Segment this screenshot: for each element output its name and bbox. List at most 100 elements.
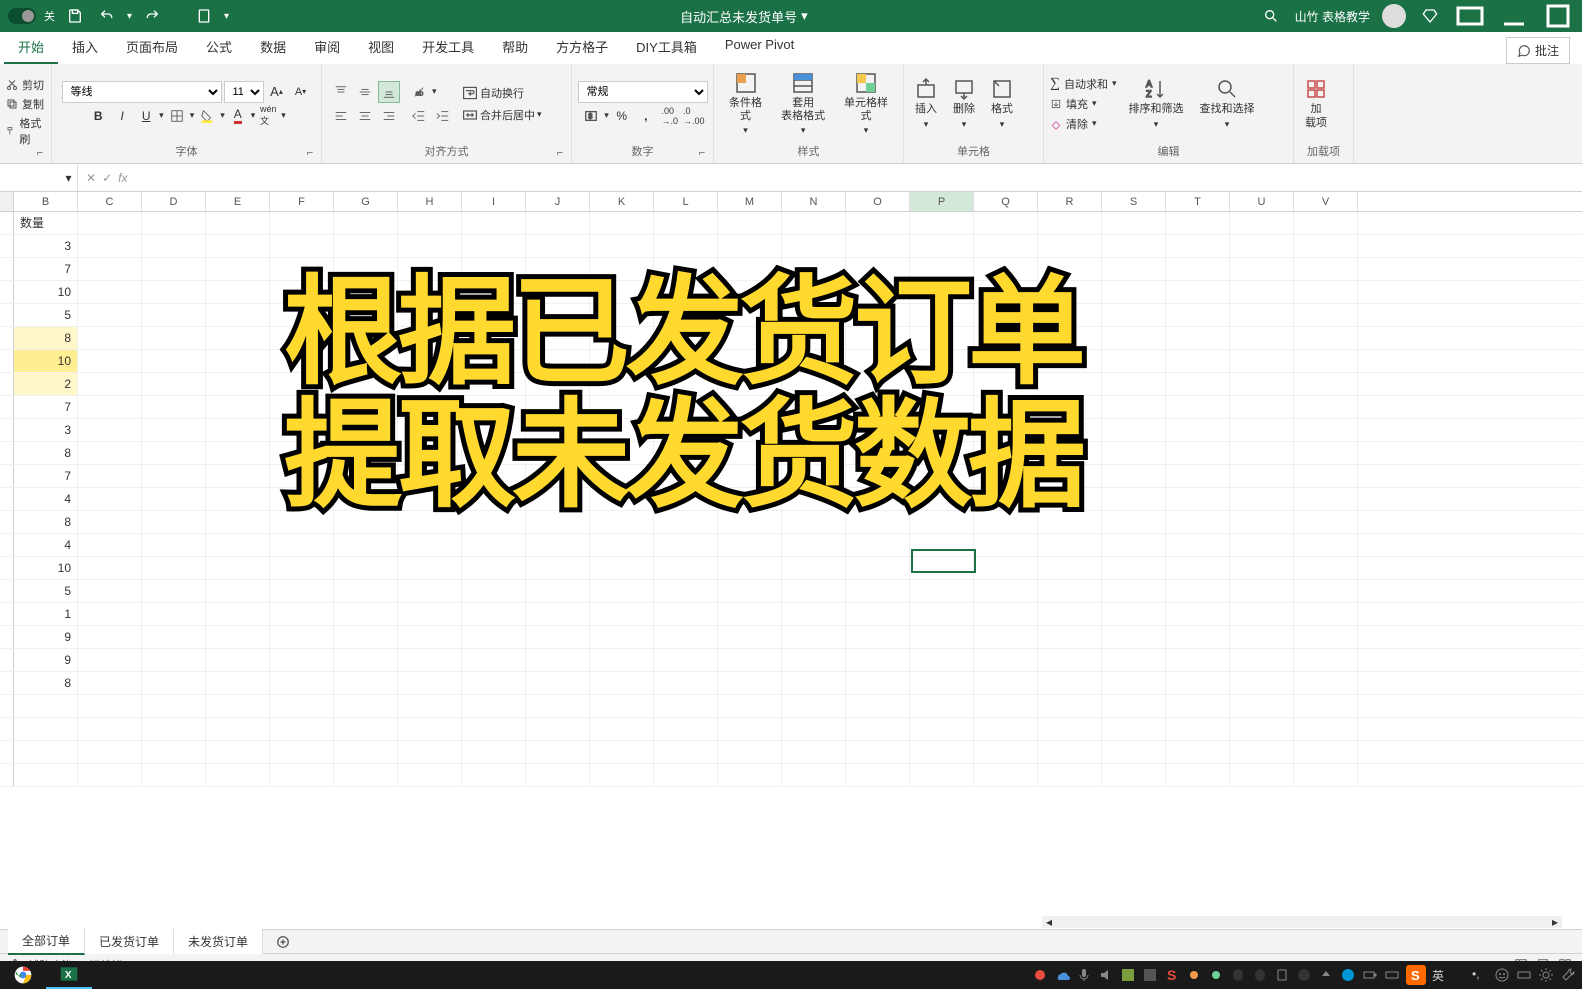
fill-color-icon[interactable] xyxy=(196,105,218,127)
cell[interactable] xyxy=(206,534,270,556)
cell[interactable] xyxy=(910,580,974,602)
cell[interactable] xyxy=(1166,327,1230,349)
tray-kbd2-icon[interactable] xyxy=(1516,967,1532,983)
cell[interactable] xyxy=(78,350,142,372)
format-cells-button[interactable]: 格式▾ xyxy=(984,73,1020,133)
cell[interactable] xyxy=(206,718,270,740)
cell[interactable] xyxy=(1166,534,1230,556)
font-color-icon[interactable]: A xyxy=(227,105,249,127)
cell[interactable] xyxy=(398,626,462,648)
cell[interactable] xyxy=(782,557,846,579)
cell[interactable] xyxy=(590,534,654,556)
cell[interactable] xyxy=(1230,465,1294,487)
cell[interactable] xyxy=(1230,649,1294,671)
cell[interactable] xyxy=(974,626,1038,648)
cell[interactable] xyxy=(462,741,526,763)
cell[interactable] xyxy=(1230,281,1294,303)
cell[interactable] xyxy=(462,235,526,257)
tray-sound-icon[interactable] xyxy=(1098,967,1114,983)
cell[interactable] xyxy=(206,350,270,372)
align-center-icon[interactable] xyxy=(354,105,376,127)
cell[interactable] xyxy=(846,235,910,257)
tray-sogou-icon[interactable]: S xyxy=(1164,967,1180,983)
cell[interactable] xyxy=(590,580,654,602)
tray-battery-icon[interactable] xyxy=(1362,967,1378,983)
cell[interactable] xyxy=(206,327,270,349)
border-icon[interactable] xyxy=(166,105,188,127)
cell[interactable] xyxy=(590,626,654,648)
underline-dropdown-icon[interactable]: ▾ xyxy=(159,110,164,121)
cell[interactable] xyxy=(718,741,782,763)
cell[interactable] xyxy=(78,603,142,625)
cell[interactable] xyxy=(206,304,270,326)
cell[interactable]: 5 xyxy=(14,304,78,326)
cell[interactable] xyxy=(1230,350,1294,372)
indent-increase-icon[interactable] xyxy=(432,105,454,127)
cell[interactable] xyxy=(974,695,1038,717)
cell[interactable] xyxy=(1230,258,1294,280)
cell[interactable] xyxy=(1294,626,1358,648)
cell[interactable] xyxy=(142,465,206,487)
cell[interactable] xyxy=(526,212,590,234)
cell[interactable] xyxy=(526,557,590,579)
cell[interactable] xyxy=(1102,695,1166,717)
cell[interactable] xyxy=(590,695,654,717)
cell[interactable] xyxy=(78,281,142,303)
cell[interactable] xyxy=(1294,534,1358,556)
tray-tool-icon[interactable] xyxy=(1560,967,1576,983)
cell[interactable] xyxy=(654,764,718,786)
cell[interactable]: 8 xyxy=(14,327,78,349)
cell[interactable] xyxy=(526,695,590,717)
cell[interactable] xyxy=(526,672,590,694)
cell[interactable] xyxy=(1230,511,1294,533)
ribbon-tab-5[interactable]: 审阅 xyxy=(300,31,354,64)
cell[interactable] xyxy=(78,419,142,441)
sort-filter-button[interactable]: AZ排序和筛选▾ xyxy=(1123,73,1190,133)
cell[interactable] xyxy=(398,741,462,763)
cell[interactable] xyxy=(1294,304,1358,326)
cell[interactable] xyxy=(974,764,1038,786)
cell[interactable] xyxy=(78,465,142,487)
cell[interactable] xyxy=(1294,557,1358,579)
cell[interactable] xyxy=(1102,534,1166,556)
cell[interactable] xyxy=(974,672,1038,694)
cell[interactable] xyxy=(78,649,142,671)
cell[interactable] xyxy=(270,695,334,717)
cell[interactable] xyxy=(782,212,846,234)
cell[interactable] xyxy=(1102,488,1166,510)
bold-icon[interactable]: B xyxy=(87,105,109,127)
taskbar-chrome-icon[interactable] xyxy=(0,961,46,989)
cell[interactable] xyxy=(334,695,398,717)
cell[interactable] xyxy=(78,235,142,257)
cell-styles-button[interactable]: 单元格样式▾ xyxy=(833,67,899,140)
cell[interactable] xyxy=(462,649,526,671)
cell[interactable] xyxy=(846,764,910,786)
cell[interactable] xyxy=(590,741,654,763)
col-header-T[interactable]: T xyxy=(1166,192,1230,211)
cell[interactable] xyxy=(270,557,334,579)
cell[interactable] xyxy=(334,672,398,694)
file-icon[interactable] xyxy=(192,4,216,28)
sheet-tab-0[interactable]: 全部订单 xyxy=(8,928,85,955)
cell[interactable] xyxy=(206,373,270,395)
cell[interactable] xyxy=(334,764,398,786)
cell[interactable]: 10 xyxy=(14,281,78,303)
cell[interactable]: 5 xyxy=(14,580,78,602)
cell[interactable] xyxy=(654,672,718,694)
cell[interactable] xyxy=(1102,626,1166,648)
cell[interactable] xyxy=(398,649,462,671)
cell[interactable] xyxy=(1294,603,1358,625)
cell[interactable] xyxy=(334,603,398,625)
col-header-S[interactable]: S xyxy=(1102,192,1166,211)
undo-icon[interactable] xyxy=(95,4,119,28)
autosum-button[interactable]: ∑自动求和▾ xyxy=(1048,75,1119,93)
col-header-M[interactable]: M xyxy=(718,192,782,211)
font-launcher-icon[interactable]: ⌐ xyxy=(305,147,315,157)
cell[interactable] xyxy=(782,695,846,717)
cell[interactable] xyxy=(782,603,846,625)
cell[interactable] xyxy=(718,580,782,602)
tray-moon-icon[interactable] xyxy=(1450,967,1466,983)
cell[interactable] xyxy=(1294,672,1358,694)
cell[interactable] xyxy=(206,649,270,671)
tray-emoji-icon[interactable] xyxy=(1494,967,1510,983)
